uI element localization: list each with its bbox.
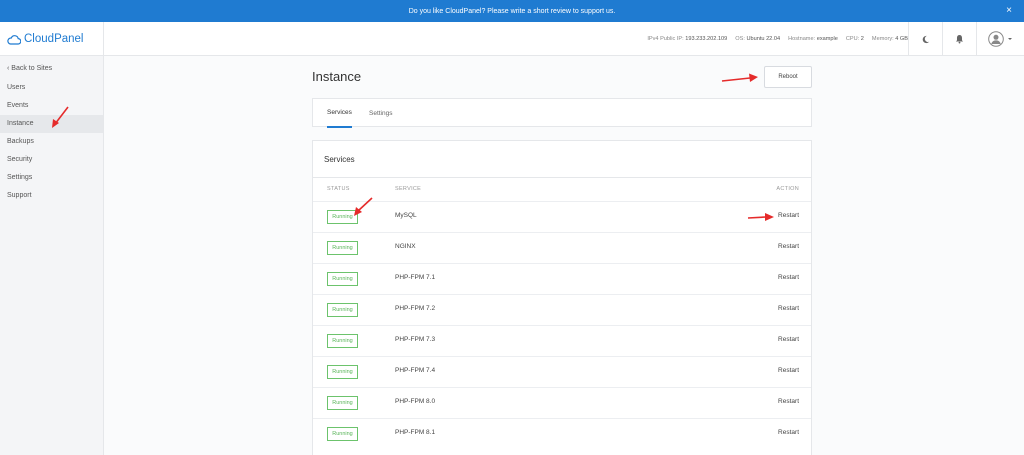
table-row: Running NGINX Restart xyxy=(313,232,811,263)
column-header-service: SERVICE xyxy=(395,186,422,192)
service-name: PHP-FPM 8.0 xyxy=(395,398,436,405)
restart-button[interactable]: Restart xyxy=(778,274,799,281)
service-name: NGINX xyxy=(395,243,416,250)
sidebar-item-users[interactable]: Users xyxy=(0,79,103,97)
hostname-value: example xyxy=(816,36,838,42)
avatar-icon xyxy=(988,31,1004,47)
sidebar-item-support[interactable]: Support xyxy=(0,187,103,205)
reboot-button[interactable]: Reboot xyxy=(764,66,812,88)
sidebar-item-backups[interactable]: Backups xyxy=(0,133,103,151)
service-name: PHP-FPM 8.1 xyxy=(395,429,436,436)
divider xyxy=(313,177,811,178)
service-name: PHP-FPM 7.4 xyxy=(395,367,436,374)
table-row: Running PHP-FPM 8.0 Restart xyxy=(313,387,811,418)
banner-text: Do you like CloudPanel? Please write a s… xyxy=(408,7,616,15)
memory-label: Memory: xyxy=(871,36,894,42)
status-badge: Running xyxy=(327,334,358,348)
back-to-sites-label: Back to Sites xyxy=(11,65,53,72)
logo[interactable]: CloudPanel xyxy=(0,22,104,56)
cpu-value: 2 xyxy=(860,36,864,42)
tab-bar: Services Settings xyxy=(312,98,812,128)
os-value: Ubuntu 22.04 xyxy=(746,36,781,42)
user-menu[interactable] xyxy=(976,22,1024,56)
dark-mode-toggle[interactable] xyxy=(908,22,942,56)
chevron-down-icon xyxy=(1008,38,1012,40)
top-bar: CloudPanel IPv4 Public IP: 193.233.202.1… xyxy=(0,22,1024,56)
restart-button[interactable]: Restart xyxy=(778,429,799,436)
sidebar: ‹ Back to Sites Users Events Instance Ba… xyxy=(0,56,104,455)
table-row: Running PHP-FPM 7.4 Restart xyxy=(313,356,811,387)
status-badge: Running xyxy=(327,365,358,379)
service-name: PHP-FPM 7.3 xyxy=(395,336,436,343)
cloud-logo-icon xyxy=(7,34,21,45)
tab-services[interactable]: Services xyxy=(327,99,352,128)
restart-button[interactable]: Restart xyxy=(778,243,799,250)
restart-button[interactable]: Restart xyxy=(778,212,799,219)
cpu-label: CPU: xyxy=(845,36,860,42)
table-row: Running MySQL Restart xyxy=(313,201,811,232)
logo-text-cloud: Cloud xyxy=(24,33,55,45)
status-badge: Running xyxy=(327,210,358,224)
ip-value: 193.233.202.109 xyxy=(685,36,728,42)
sidebar-item-security[interactable]: Security xyxy=(0,151,103,169)
system-info: IPv4 Public IP: 193.233.202.109 OS: Ubun… xyxy=(647,22,908,56)
main-content: Instance Reboot Services Settings Servic… xyxy=(104,56,1024,455)
status-badge: Running xyxy=(327,241,358,255)
bell-icon xyxy=(955,34,964,44)
logo-text-panel: Panel xyxy=(54,33,84,45)
memory-value: 4 GB xyxy=(895,36,908,42)
table-row: Running PHP-FPM 7.1 Restart xyxy=(313,263,811,294)
status-badge: Running xyxy=(327,303,358,317)
status-badge: Running xyxy=(327,396,358,410)
status-badge: Running xyxy=(327,272,358,286)
service-name: PHP-FPM 7.2 xyxy=(395,305,436,312)
hostname-label: Hostname: xyxy=(788,36,816,42)
page-title: Instance xyxy=(312,69,362,84)
services-card-title: Services xyxy=(324,155,355,164)
sidebar-item-instance[interactable]: Instance xyxy=(0,115,103,133)
services-table: Running MySQL Restart Running NGINX Rest… xyxy=(313,201,811,449)
close-icon[interactable]: × xyxy=(1006,5,1012,17)
back-to-sites-link[interactable]: ‹ Back to Sites xyxy=(0,60,103,78)
table-row: Running PHP-FPM 7.3 Restart xyxy=(313,325,811,356)
restart-button[interactable]: Restart xyxy=(778,336,799,343)
restart-button[interactable]: Restart xyxy=(778,367,799,374)
restart-button[interactable]: Restart xyxy=(778,398,799,405)
review-banner: Do you like CloudPanel? Please write a s… xyxy=(0,0,1024,22)
services-card: Services STATUS SERVICE ACTION Running M… xyxy=(312,140,812,455)
service-name: MySQL xyxy=(395,212,417,219)
sidebar-item-settings[interactable]: Settings xyxy=(0,169,103,187)
os-label: OS: xyxy=(735,36,745,42)
moon-icon xyxy=(922,35,930,43)
column-header-status: STATUS xyxy=(327,186,350,192)
ip-label: IPv4 Public IP: xyxy=(647,36,684,42)
table-row: Running PHP-FPM 8.1 Restart xyxy=(313,418,811,449)
status-badge: Running xyxy=(327,427,358,441)
chevron-left-icon: ‹ xyxy=(7,65,10,72)
notifications-button[interactable] xyxy=(942,22,976,56)
restart-button[interactable]: Restart xyxy=(778,305,799,312)
service-name: PHP-FPM 7.1 xyxy=(395,274,436,281)
column-header-action: ACTION xyxy=(776,186,799,192)
table-row: Running PHP-FPM 7.2 Restart xyxy=(313,294,811,325)
tab-settings[interactable]: Settings xyxy=(369,99,393,128)
sidebar-item-events[interactable]: Events xyxy=(0,97,103,115)
